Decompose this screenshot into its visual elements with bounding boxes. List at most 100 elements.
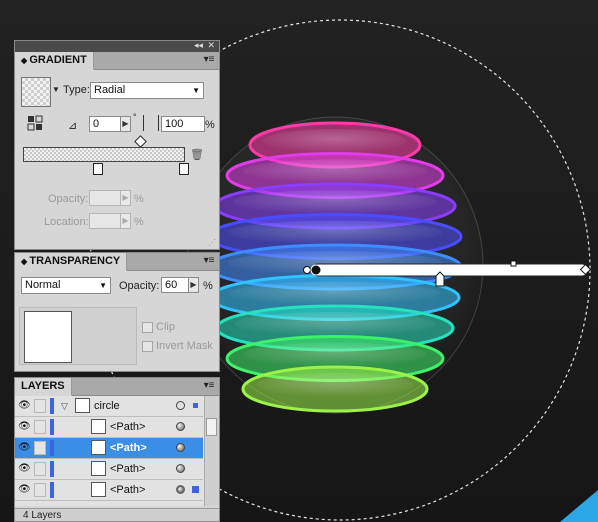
transparency-opacity-value: 60 [165, 279, 178, 291]
lock-toggle[interactable] [34, 399, 46, 413]
blend-mode-value: Normal [25, 279, 61, 291]
sphere-band-highlight [256, 373, 414, 397]
gradient-slider-bar[interactable] [23, 147, 185, 162]
gradient-stop-right[interactable] [179, 163, 189, 175]
layer-row-path[interactable]: 👁 <Path> [15, 459, 203, 480]
delete-stop-icon[interactable]: 🗑 [190, 148, 204, 161]
stop-opacity-label: Opacity: [48, 193, 89, 205]
layer-name: <Path> [110, 421, 146, 433]
disclosure-triangle-icon[interactable]: ▽ [61, 401, 68, 412]
sphere-band-highlight [243, 159, 427, 184]
layer-thumbnail [75, 398, 90, 413]
gradient-origin-handle[interactable] [303, 266, 311, 274]
gradient-type-value: Radial [94, 84, 126, 96]
layer-name: circle [94, 400, 120, 412]
angle-field[interactable]: 0 [89, 116, 121, 132]
degree-symbol: ° [133, 112, 137, 122]
transparency-panel: ◆ TRANSPARENCY ▾≡ Normal ▼ Opacity: 60 ▶… [14, 252, 220, 372]
target-circle-icon[interactable] [176, 464, 185, 473]
layer-thumbnail [91, 482, 106, 497]
sphere-band-highlight [243, 342, 427, 367]
layer-row-path[interactable]: 👁 <Path> [15, 480, 203, 501]
stop-location-stepper[interactable]: ▶ [120, 213, 131, 229]
aspect-ratio-icon [143, 115, 159, 131]
target-circle-icon[interactable] [176, 401, 185, 410]
angle-stepper[interactable]: ▶ [120, 116, 131, 132]
stop-opacity-field[interactable] [89, 190, 121, 206]
layer-color-swatch [50, 419, 54, 435]
tab-gradient[interactable]: ◆ GRADIENT [15, 52, 94, 70]
invert-mask-checkbox[interactable] [142, 341, 153, 352]
selection-indicator[interactable] [193, 403, 198, 408]
gradient-type-dropdown[interactable]: Radial ▼ [90, 82, 204, 99]
collapse-panel-icon[interactable]: ◂◂ [194, 40, 203, 51]
layer-row-path-selected[interactable]: 👁 <Path> [15, 438, 203, 459]
gradient-midpoint-handle[interactable] [510, 260, 517, 267]
stop-opacity-stepper[interactable]: ▶ [120, 190, 131, 206]
visibility-eye-icon[interactable]: 👁 [18, 422, 31, 432]
transparency-opacity-label: Opacity: [119, 280, 160, 292]
clip-label: Clip [156, 321, 175, 333]
stop-opacity-unit: % [134, 193, 144, 205]
lock-toggle[interactable] [34, 441, 46, 455]
lock-toggle[interactable] [34, 462, 46, 476]
scrollbar-thumb[interactable] [206, 418, 217, 436]
layers-scrollbar[interactable] [204, 396, 219, 506]
blend-mode-dropdown[interactable]: Normal ▼ [21, 277, 111, 294]
layers-panel-menu-icon[interactable]: ▾≡ [202, 380, 216, 392]
layer-row-circle[interactable]: 👁 ▽ circle [15, 396, 203, 417]
layers-list: 👁 ▽ circle 👁 <Path> 👁 <Path> 👁 <Path> 👁 … [15, 396, 219, 506]
gradient-annotator-bar[interactable] [311, 263, 589, 277]
midpoint-diamond[interactable] [134, 135, 147, 148]
aspect-ratio-value: 100 [165, 118, 184, 130]
visibility-eye-icon[interactable]: 👁 [18, 464, 31, 474]
layer-row-path[interactable]: 👁 <Path> [15, 417, 203, 438]
visibility-eye-icon[interactable]: 👁 [18, 443, 31, 453]
layer-name: <Path> [110, 484, 146, 496]
layer-thumbnail [91, 461, 106, 476]
sphere-band-highlight [229, 281, 441, 306]
layer-thumbnail [91, 440, 106, 455]
gradient-tab-strip: ◆ GRADIENT ▾≡ [15, 52, 219, 70]
transparency-panel-menu-icon[interactable]: ▾≡ [202, 255, 216, 267]
stop-location-field[interactable] [89, 213, 121, 229]
object-thumbnail[interactable] [24, 311, 72, 363]
transparency-opacity-field[interactable]: 60 [161, 277, 189, 293]
visibility-eye-icon[interactable]: 👁 [18, 485, 31, 495]
gradient-stop-handle[interactable] [435, 271, 445, 287]
chevron-down-icon: ▼ [99, 281, 107, 290]
transparency-opacity-stepper[interactable]: ▶ [188, 277, 199, 293]
sphere-band-highlight [262, 129, 408, 153]
layers-tab-strip: LAYERS ▾≡ [15, 378, 219, 396]
gradient-stop-left[interactable] [93, 163, 103, 175]
transparency-opacity-unit: % [203, 280, 213, 292]
gradient-center-handle[interactable] [310, 264, 322, 276]
lock-toggle[interactable] [34, 483, 46, 497]
layer-thumbnail [91, 419, 106, 434]
clip-checkbox[interactable] [142, 322, 153, 333]
type-label: Type: [63, 84, 90, 96]
selection-indicator[interactable] [192, 486, 199, 493]
angle-icon: ⊿ [68, 120, 78, 132]
swatch-dropdown-icon[interactable]: ▼ [52, 85, 60, 94]
gradient-panel-header: ◂◂ ✕ [15, 40, 219, 52]
target-circle-icon[interactable] [176, 485, 185, 494]
aspect-ratio-field[interactable]: 100 [161, 116, 205, 132]
resize-grip-icon[interactable]: ⋰ [208, 238, 216, 247]
target-circle-icon[interactable] [176, 422, 185, 431]
lock-toggle[interactable] [34, 420, 46, 434]
transparency-title: TRANSPARENCY [29, 255, 121, 267]
transparency-tab-strip: ◆ TRANSPARENCY ▾≡ [15, 253, 219, 271]
tab-layers[interactable]: LAYERS [15, 378, 72, 396]
target-circle-icon[interactable] [176, 443, 185, 452]
close-panel-icon[interactable]: ✕ [207, 40, 215, 51]
reverse-gradient-icon[interactable] [27, 115, 43, 131]
tab-transparency[interactable]: ◆ TRANSPARENCY [15, 253, 128, 271]
mask-thumbnail-area [19, 307, 137, 365]
gradient-panel-menu-icon[interactable]: ▾≡ [202, 54, 216, 66]
stop-location-unit: % [134, 216, 144, 228]
invert-mask-label: Invert Mask [156, 340, 213, 352]
sphere-band-highlight [233, 190, 437, 214]
gradient-swatch[interactable] [21, 77, 51, 107]
visibility-eye-icon[interactable]: 👁 [18, 401, 31, 411]
